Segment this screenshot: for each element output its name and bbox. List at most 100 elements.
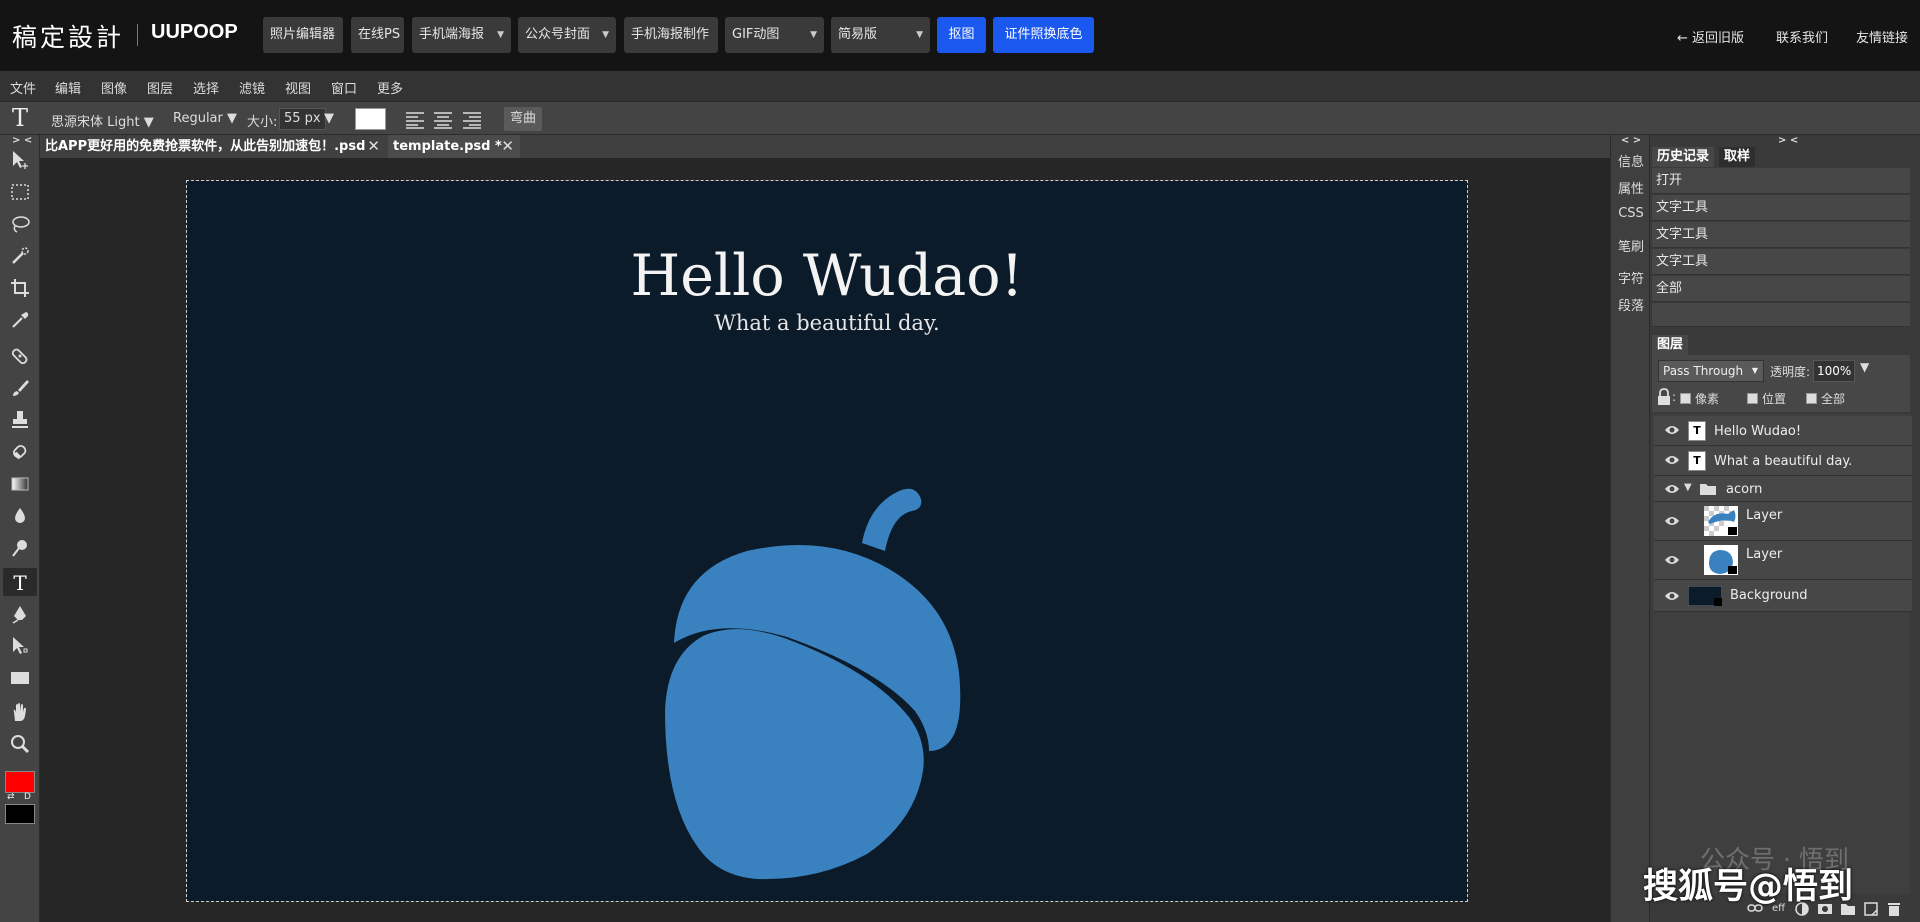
opacity-input[interactable]: 100% — [1813, 360, 1855, 382]
layer-row[interactable]: Layer — [1654, 502, 1912, 541]
font-size-input[interactable]: 55 px — [279, 108, 326, 130]
menu-select[interactable]: 选择 — [193, 78, 219, 97]
menu-view[interactable]: 视图 — [285, 78, 311, 97]
delete-layer-icon[interactable] — [1886, 901, 1902, 921]
visibility-eye-icon[interactable] — [1664, 554, 1680, 566]
lock-pixels-checkbox[interactable]: 像素 — [1680, 390, 1719, 407]
healing-brush-tool-icon[interactable] — [3, 342, 37, 370]
stamp-tool-icon[interactable] — [3, 406, 37, 434]
panel-properties-button[interactable]: 属性 — [1611, 178, 1651, 197]
panel-info-button[interactable]: 信息 — [1611, 151, 1651, 170]
canvas-subtitle-text[interactable]: What a beautiful day. — [187, 311, 1467, 335]
hand-tool-icon[interactable] — [3, 698, 37, 726]
text-color-swatch[interactable] — [355, 108, 386, 130]
gif-dropdown[interactable]: GIF动图 ▼ — [725, 17, 824, 53]
canvas-title-text[interactable]: Hello Wudao! — [187, 243, 1467, 309]
menu-filter[interactable]: 滤镜 — [239, 78, 265, 97]
menu-layer[interactable]: 图层 — [147, 78, 173, 97]
document-tab[interactable]: 比APP更好用的免费抢票软件，从此告别加速包！.psd ✕ — [40, 135, 386, 158]
default-colors-icon[interactable]: D — [24, 792, 31, 802]
zoom-tool-icon[interactable] — [3, 730, 37, 758]
panel-brush-button[interactable]: 笔刷 — [1611, 236, 1651, 255]
layer-row-background[interactable]: Background — [1654, 580, 1912, 612]
crop-tool-icon[interactable] — [3, 274, 37, 302]
swap-colors-icon[interactable]: ⇄ — [7, 792, 15, 802]
panel-css-button[interactable]: CSS — [1611, 206, 1651, 221]
tab-history[interactable]: 历史记录 — [1652, 147, 1715, 167]
design-canvas[interactable]: Hello Wudao! What a beautiful day. — [186, 180, 1468, 902]
document-tab-active[interactable]: template.psd * ✕ — [388, 135, 520, 158]
foreground-color-swatch[interactable] — [5, 771, 35, 793]
visibility-eye-icon[interactable] — [1664, 424, 1680, 436]
mobile-poster-make-button[interactable]: 手机海报制作 — [624, 17, 718, 53]
close-icon[interactable]: ✕ — [367, 135, 380, 158]
move-tool-icon[interactable] — [3, 146, 37, 174]
visibility-eye-icon[interactable] — [1664, 483, 1680, 495]
font-size-dropdown-arrow[interactable]: ▼ — [324, 111, 334, 126]
quick-select-tool-icon[interactable] — [3, 242, 37, 270]
brush-tool-icon[interactable] — [3, 374, 37, 402]
font-family-select[interactable]: 思源宋体 Light ▼ — [51, 111, 154, 130]
dodge-tool-icon[interactable] — [3, 534, 37, 562]
visibility-eye-icon[interactable] — [1664, 454, 1680, 466]
layer-row[interactable]: T Hello Wudao! — [1654, 416, 1912, 446]
menu-image[interactable]: 图像 — [101, 78, 127, 97]
warp-text-button[interactable]: 弯曲 — [504, 107, 543, 131]
mobile-poster-dropdown[interactable]: 手机端海报 ▼ — [412, 17, 511, 53]
menu-more[interactable]: 更多 — [377, 78, 403, 97]
marquee-tool-icon[interactable] — [3, 178, 37, 206]
contact-us-link[interactable]: 联系我们 — [1776, 27, 1828, 46]
align-left-icon[interactable] — [405, 111, 425, 133]
panel-character-button[interactable]: 字符 — [1611, 268, 1651, 287]
lasso-tool-icon[interactable] — [3, 210, 37, 238]
visibility-eye-icon[interactable] — [1664, 590, 1680, 602]
tab-sampling[interactable]: 取样 — [1719, 147, 1756, 167]
layer-row[interactable]: T What a beautiful day. — [1654, 446, 1912, 476]
background-color-swatch[interactable] — [5, 804, 35, 824]
menu-edit[interactable]: 编辑 — [55, 78, 81, 97]
online-ps-button[interactable]: 在线PS — [351, 17, 404, 53]
acorn-illustration[interactable] — [637, 461, 1017, 881]
layer-group-row[interactable]: ▼ acorn — [1654, 476, 1912, 502]
right-panel-collapse-toggle[interactable]: > < — [1778, 135, 1798, 146]
history-item[interactable]: 文字工具 — [1652, 222, 1910, 248]
eyedropper-tool-icon[interactable] — [3, 306, 37, 334]
lock-all-checkbox[interactable]: 全部 — [1806, 390, 1845, 407]
back-old-version-link[interactable]: ← 返回旧版 — [1677, 27, 1744, 46]
pen-tool-icon[interactable] — [3, 600, 37, 628]
new-layer-icon[interactable] — [1863, 901, 1879, 921]
expand-triangle-icon[interactable]: ▼ — [1684, 482, 1692, 493]
align-right-icon[interactable] — [462, 111, 482, 133]
font-style-select[interactable]: Regular ▼ — [173, 111, 237, 126]
tab-layers[interactable]: 图层 — [1652, 335, 1689, 355]
blur-tool-icon[interactable] — [3, 502, 37, 530]
close-icon[interactable]: ✕ — [501, 135, 514, 158]
rectangle-tool-icon[interactable] — [3, 664, 37, 692]
menu-file[interactable]: 文件 — [10, 78, 36, 97]
cutout-button[interactable]: 抠图 — [937, 17, 986, 53]
visibility-eye-icon[interactable] — [1664, 515, 1680, 527]
menu-window[interactable]: 窗口 — [331, 78, 357, 97]
friend-links-link[interactable]: 友情链接 — [1856, 27, 1908, 46]
id-photo-bg-button[interactable]: 证件照换底色 — [993, 17, 1094, 53]
history-item[interactable]: 打开 — [1652, 168, 1910, 194]
gradient-tool-icon[interactable] — [3, 470, 37, 498]
history-item[interactable]: 全部 — [1652, 276, 1910, 302]
layer-row[interactable]: Layer — [1654, 541, 1912, 580]
align-center-icon[interactable] — [433, 111, 453, 133]
lock-position-checkbox[interactable]: 位置 — [1747, 390, 1786, 407]
panel-expand-toggle[interactable]: < > — [1611, 135, 1651, 146]
history-item[interactable]: 文字工具 — [1652, 195, 1910, 221]
path-select-tool-icon[interactable] — [3, 632, 37, 660]
simple-version-dropdown[interactable]: 简易版 ▼ — [831, 17, 930, 53]
opacity-dropdown-icon[interactable]: ▼ — [1860, 360, 1869, 374]
toolbox-collapse-toggle[interactable]: > < — [12, 135, 32, 146]
eraser-tool-icon[interactable] — [3, 438, 37, 466]
site-logo[interactable]: 稿定設計 — [12, 18, 124, 54]
wechat-cover-dropdown[interactable]: 公众号封面 ▼ — [518, 17, 616, 53]
text-tool-icon[interactable]: T — [3, 568, 37, 596]
photo-editor-button[interactable]: 照片编辑器 — [263, 17, 343, 53]
blend-mode-select[interactable]: Pass Through ▼ — [1658, 360, 1764, 382]
panel-paragraph-button[interactable]: 段落 — [1611, 295, 1651, 314]
brand-name[interactable]: UUPOOP — [151, 21, 238, 44]
